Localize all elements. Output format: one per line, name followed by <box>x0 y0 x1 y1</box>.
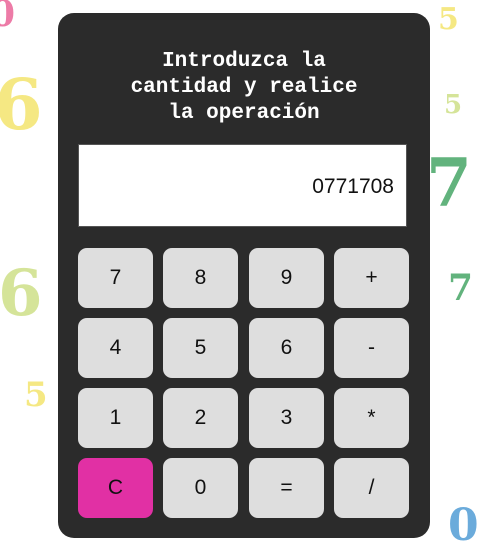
key-equals[interactable]: = <box>249 458 324 518</box>
background-digit: 0 <box>0 0 16 35</box>
background-digit: 7 <box>448 267 474 309</box>
background-digit: 0 <box>448 500 479 544</box>
background-digit: 6 <box>0 256 43 331</box>
key-7[interactable]: 7 <box>78 248 153 308</box>
key-4[interactable]: 4 <box>78 318 153 378</box>
instruction-text: Introduzca la cantidad y realice la oper… <box>58 49 430 127</box>
instruction-line: cantidad y realice <box>130 76 358 99</box>
background-digit: 5 <box>444 90 463 120</box>
key-1[interactable]: 1 <box>78 388 153 448</box>
key-2[interactable]: 2 <box>163 388 238 448</box>
background-digit: 7 <box>426 144 472 222</box>
key-9[interactable]: 9 <box>249 248 324 308</box>
instruction-line: Introduzca la <box>162 50 326 73</box>
key-8[interactable]: 8 <box>163 248 238 308</box>
key-5[interactable]: 5 <box>163 318 238 378</box>
background-digit: 6 <box>0 63 43 146</box>
key-3[interactable]: 3 <box>249 388 324 448</box>
key-plus[interactable]: + <box>334 248 409 308</box>
instruction-line: la operación <box>168 102 320 125</box>
calculator-panel: Introduzca la cantidad y realice la oper… <box>58 13 430 538</box>
calculator-display[interactable]: 0771708 <box>78 144 407 227</box>
key-clear[interactable]: C <box>78 458 153 518</box>
key-0[interactable]: 0 <box>163 458 238 518</box>
keypad: 7 8 9 + 4 5 6 - 1 2 3 * C 0 = / <box>78 248 410 518</box>
key-6[interactable]: 6 <box>249 318 324 378</box>
key-divide[interactable]: / <box>334 458 409 518</box>
background-digit: 5 <box>24 375 48 415</box>
key-minus[interactable]: - <box>334 318 409 378</box>
background-digit: 5 <box>438 2 459 37</box>
key-multiply[interactable]: * <box>334 388 409 448</box>
